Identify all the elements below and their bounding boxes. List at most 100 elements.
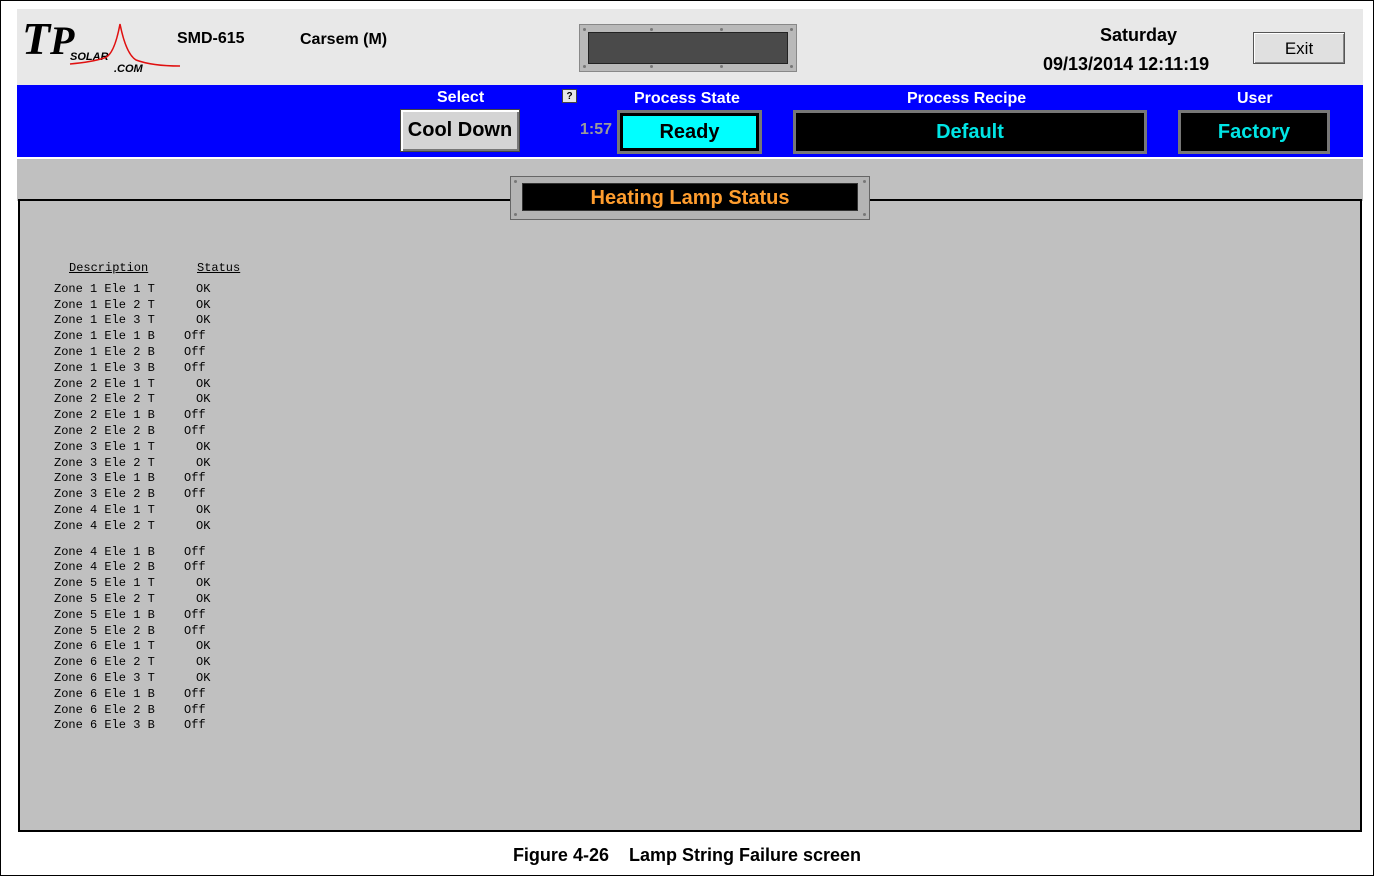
table-row: Zone 2 Ele 2 B Off xyxy=(54,424,236,440)
process-recipe-value: Default xyxy=(793,110,1147,154)
lamp-status: OK xyxy=(196,670,211,685)
lamp-status: Off xyxy=(184,607,206,622)
lamp-description: Zone 1 Ele 3 T xyxy=(54,313,155,328)
process-recipe-label: Process Recipe xyxy=(907,90,1027,107)
svg-text:T: T xyxy=(22,14,52,64)
help-icon[interactable]: ? xyxy=(562,89,577,103)
table-body: Zone 1 Ele 1 T OK Zone 1 Ele 2 T OK Zone 1 E… xyxy=(54,282,236,734)
lamp-description: Zone 6 Ele 3 B xyxy=(54,718,155,733)
lamp-status: Off xyxy=(184,344,206,359)
table-row: Zone 5 Ele 1 T OK xyxy=(54,576,236,592)
lamp-description: Zone 1 Ele 2 B xyxy=(54,344,155,359)
lamp-description: Zone 3 Ele 1 T xyxy=(54,439,155,454)
lamp-status: Off xyxy=(184,718,206,733)
table-row: Zone 3 Ele 2 B Off xyxy=(54,487,236,503)
lamp-status: Off xyxy=(184,408,206,423)
lamp-description: Zone 2 Ele 2 B xyxy=(54,423,155,438)
lamp-description: Zone 3 Ele 2 B xyxy=(54,487,155,502)
lamp-status: OK xyxy=(196,313,211,328)
table-row: Zone 3 Ele 2 T OK xyxy=(54,456,236,472)
table-row: Zone 4 Ele 2 B Off xyxy=(54,560,236,576)
lamp-description: Zone 2 Ele 1 B xyxy=(54,408,155,423)
lamp-description: Zone 6 Ele 1 T xyxy=(54,639,155,654)
table-row: Zone 1 Ele 2 T OK xyxy=(54,298,236,314)
table-row: Zone 4 Ele 1 B Off xyxy=(54,545,236,561)
table-row: Zone 1 Ele 1 T OK xyxy=(54,282,236,298)
lamp-status: Off xyxy=(184,329,206,344)
lamp-description: Zone 4 Ele 1 B xyxy=(54,544,155,559)
user-label: User xyxy=(1237,90,1273,107)
lamp-description: Zone 5 Ele 1 B xyxy=(54,607,155,622)
exit-button[interactable]: Exit xyxy=(1253,32,1345,64)
panel-title-plate: Heating Lamp Status xyxy=(510,176,870,220)
message-display xyxy=(579,24,797,72)
table-header: Description Status xyxy=(54,261,241,277)
lamp-description: Zone 5 Ele 2 T xyxy=(54,591,155,606)
lamp-status: Off xyxy=(184,686,206,701)
lamp-description: Zone 1 Ele 1 B xyxy=(54,329,155,344)
cool-down-button[interactable]: Cool Down xyxy=(400,109,520,152)
lamp-description: Zone 4 Ele 2 T xyxy=(54,518,155,533)
lamp-description: Zone 6 Ele 1 B xyxy=(54,686,155,701)
table-row: Zone 5 Ele 2 B Off xyxy=(54,624,236,640)
table-row: Zone 2 Ele 1 B Off xyxy=(54,408,236,424)
table-row: Zone 6 Ele 2 B Off xyxy=(54,703,236,719)
lamp-description: Zone 1 Ele 1 T xyxy=(54,281,155,296)
table-row: Zone 3 Ele 1 B Off xyxy=(54,471,236,487)
table-row: Zone 1 Ele 3 B Off xyxy=(54,361,236,377)
lamp-description: Zone 6 Ele 2 T xyxy=(54,655,155,670)
machine-model: SMD-615 xyxy=(177,30,245,47)
table-row: Zone 6 Ele 1 T OK xyxy=(54,639,236,655)
table-row: Zone 6 Ele 2 T OK xyxy=(54,655,236,671)
lamp-status: OK xyxy=(196,376,211,391)
process-state-value: Ready xyxy=(623,116,756,148)
lamp-status: OK xyxy=(196,439,211,454)
process-state-label: Process State xyxy=(634,90,740,107)
lamp-description: Zone 5 Ele 1 T xyxy=(54,576,155,591)
date-time: 09/13/2014 12:11:19 xyxy=(1043,54,1210,74)
table-row: Zone 1 Ele 1 B Off xyxy=(54,329,236,345)
lamp-description: Zone 2 Ele 1 T xyxy=(54,376,155,391)
table-row: Zone 4 Ele 2 T OK xyxy=(54,519,236,535)
row-spacer xyxy=(54,535,236,545)
lamp-status: OK xyxy=(196,639,211,654)
lamp-status-table: Description Status Zone 1 Ele 1 T OK Zone … xyxy=(54,261,241,734)
process-state-field: Ready xyxy=(617,110,762,154)
lamp-status: OK xyxy=(196,281,211,296)
lamp-description: Zone 6 Ele 3 T xyxy=(54,670,155,685)
lamp-status: OK xyxy=(196,518,211,533)
table-row: Zone 3 Ele 1 T OK xyxy=(54,440,236,456)
lamp-status: Off xyxy=(184,623,206,638)
lamp-status: Off xyxy=(184,471,206,486)
lamp-status: OK xyxy=(196,297,211,312)
select-label: Select xyxy=(437,89,485,106)
lamp-status: Off xyxy=(184,360,206,375)
lamp-status: OK xyxy=(196,502,211,517)
table-row: Zone 4 Ele 1 T OK xyxy=(54,503,236,519)
table-row: Zone 6 Ele 1 B Off xyxy=(54,687,236,703)
table-row: Zone 6 Ele 3 T OK xyxy=(54,671,236,687)
message-display-screen xyxy=(588,32,788,64)
lamp-status: OK xyxy=(196,655,211,670)
table-row: Zone 2 Ele 1 T OK xyxy=(54,377,236,393)
svg-text:.COM: .COM xyxy=(114,63,144,74)
status-column-header: Status xyxy=(197,261,241,275)
table-row: Zone 5 Ele 1 B Off xyxy=(54,608,236,624)
lamp-description: Zone 2 Ele 2 T xyxy=(54,392,155,407)
lamp-status: Off xyxy=(184,702,206,717)
table-row: Zone 5 Ele 2 T OK xyxy=(54,592,236,608)
lamp-status: OK xyxy=(196,591,211,606)
lamp-status: Off xyxy=(184,560,206,575)
lamp-description: Zone 3 Ele 1 B xyxy=(54,471,155,486)
lamp-status: OK xyxy=(196,576,211,591)
description-column-header: Description xyxy=(69,261,149,275)
lamp-description: Zone 6 Ele 2 B xyxy=(54,702,155,717)
day-of-week: Saturday xyxy=(1100,25,1178,45)
cycle-timer: 1:57 xyxy=(580,121,613,138)
tp-solar-logo: T P SOLAR .COM xyxy=(22,14,181,74)
lamp-status: Off xyxy=(184,544,206,559)
lamp-status: Off xyxy=(184,487,206,502)
panel-title: Heating Lamp Status xyxy=(522,183,858,211)
lamp-status: OK xyxy=(196,392,211,407)
lamp-status: OK xyxy=(196,455,211,470)
